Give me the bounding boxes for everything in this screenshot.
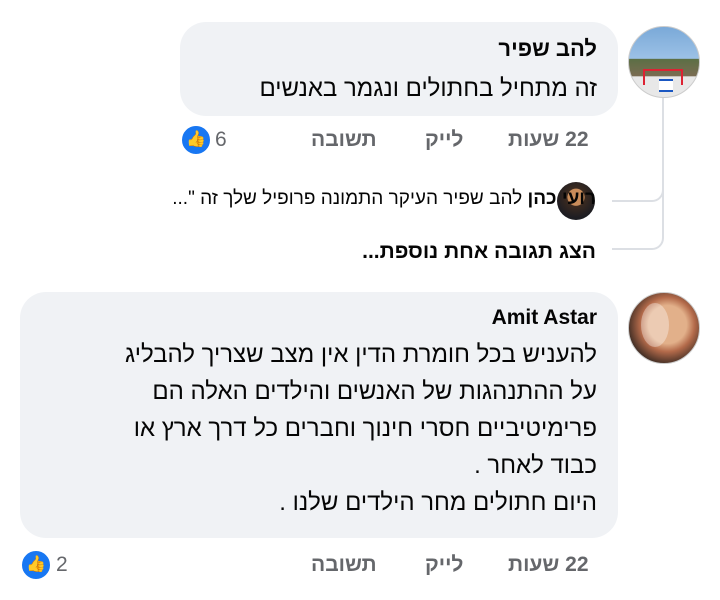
comment-time[interactable]: 22 שעות bbox=[508, 553, 589, 577]
like-reaction-icon[interactable]: 👍 bbox=[180, 124, 212, 156]
reply-button[interactable]: תשובה bbox=[311, 128, 377, 152]
avatar-face-shadow-icon bbox=[641, 303, 669, 347]
comment-text-block: להעניש בכל חומרת הדין אין מצב שצריך להבל… bbox=[125, 336, 597, 521]
comment-text-line: פרימיטיביים חסרי חינוך וחברים כל דרך ארץ… bbox=[133, 415, 597, 442]
show-more-replies-link[interactable]: הצג תגובה אחת נוספת... bbox=[362, 240, 596, 264]
reply-button[interactable]: תשובה bbox=[311, 553, 377, 577]
thread-line bbox=[662, 97, 664, 217]
like-button[interactable]: לייק bbox=[425, 553, 463, 577]
reply-author[interactable]: רועי כהן bbox=[527, 188, 596, 209]
comment-author[interactable]: להב שפיר bbox=[498, 36, 597, 62]
thread-connector-2 bbox=[612, 200, 664, 250]
comment-text-line: כבוד לאחר . bbox=[474, 452, 597, 479]
like-button[interactable]: לייק bbox=[425, 128, 463, 152]
comment-text-line: להעניש בכל חומרת הדין אין מצב שצריך להבל… bbox=[125, 341, 597, 368]
comment-bubble: להב שפיר זה מתחיל בחתולים ונגמר באנשים bbox=[180, 22, 618, 116]
comment-bubble: Amit Astar להעניש בכל חומרת הדין אין מצב… bbox=[20, 292, 618, 538]
reaction-count[interactable]: 6 bbox=[215, 128, 227, 152]
reply-preview[interactable]: רועי כהן להב שפיר העיקר התמונה פרופיל של… bbox=[172, 188, 596, 210]
reply-text: להב שפיר העיקר התמונה פרופיל שלך זה "... bbox=[172, 188, 523, 209]
comment-text-line: היום חתולים מחר הילדים שלנו . bbox=[279, 489, 597, 516]
thread-connector bbox=[612, 172, 664, 202]
comment-text: זה מתחיל בחתולים ונגמר באנשים bbox=[259, 75, 597, 102]
avatar-goal-icon bbox=[643, 69, 683, 85]
avatar[interactable] bbox=[628, 292, 700, 364]
like-reaction-icon[interactable]: 👍 bbox=[20, 549, 52, 581]
comment-time[interactable]: 22 שעות bbox=[508, 128, 589, 152]
comment-author[interactable]: Amit Astar bbox=[492, 306, 597, 330]
reaction-count[interactable]: 2 bbox=[56, 553, 68, 577]
avatar[interactable] bbox=[628, 26, 700, 98]
comment-text-line: על ההתנהגות של האנשים והילדים האלה הם bbox=[152, 378, 597, 405]
